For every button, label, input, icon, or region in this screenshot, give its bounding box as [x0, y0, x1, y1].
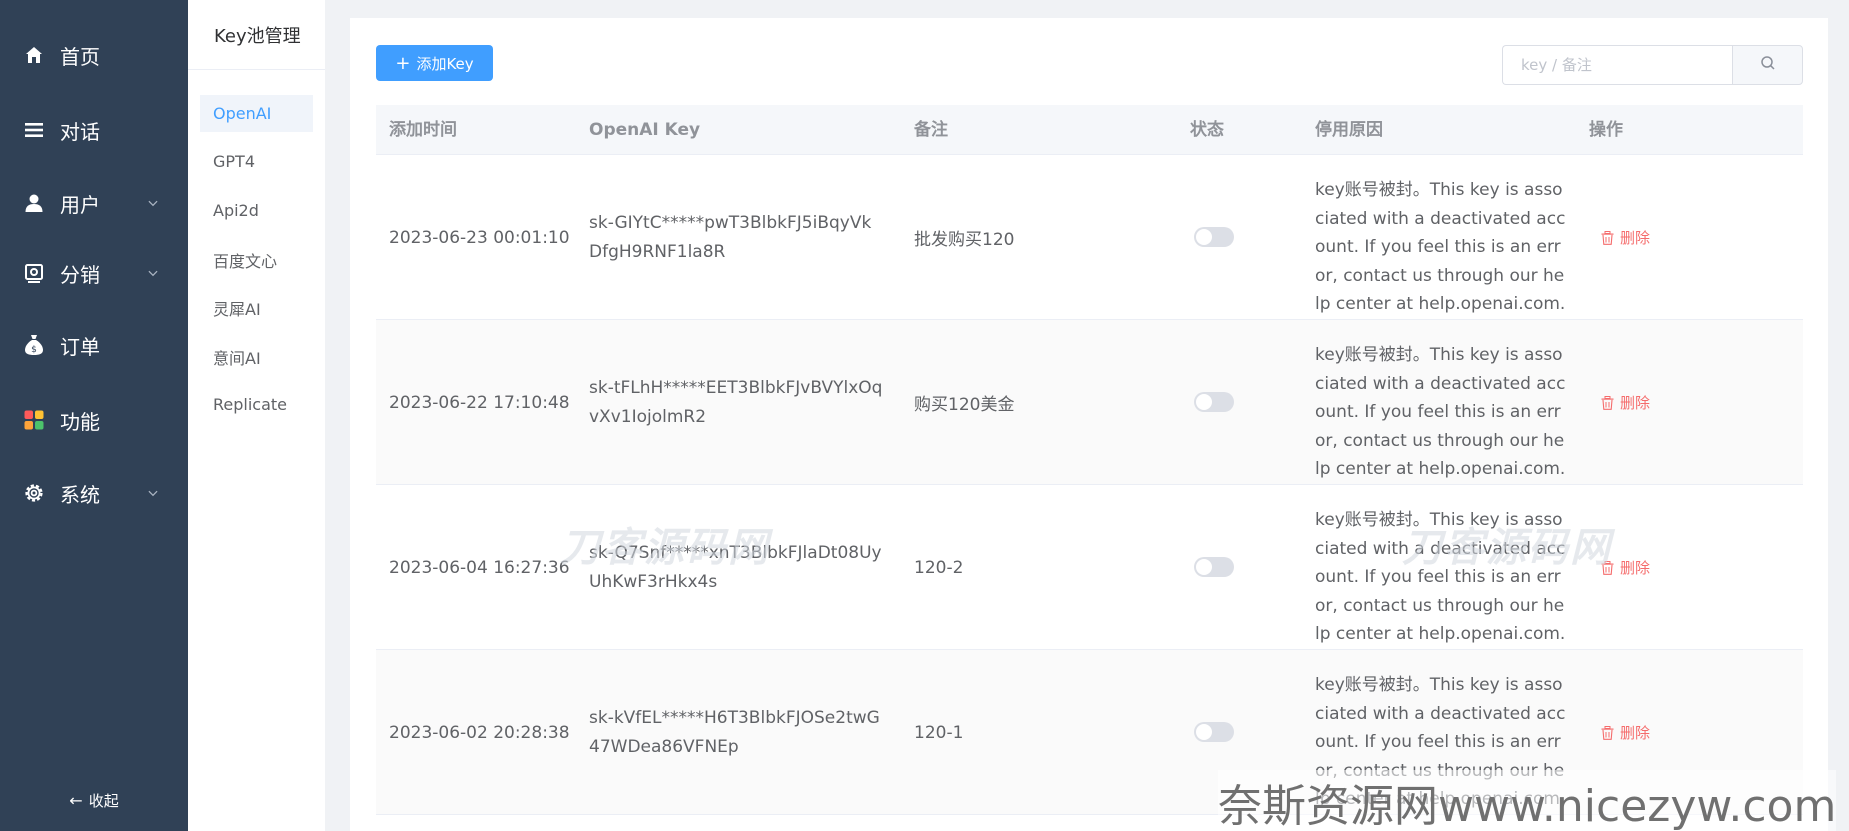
cell-key: sk-kVfEL*****H6T3BlbkFJOSe2twG47WDea86VF…: [589, 707, 880, 757]
cell-reason: key账号被封。This key is associated with a de…: [1315, 180, 1566, 314]
nav-label: 系统: [60, 482, 100, 507]
delete-button[interactable]: 删除: [1601, 650, 1650, 815]
cell-reason: key账号被封。This key is associated with a de…: [1315, 510, 1566, 644]
column-header-time: 添加时间: [389, 120, 457, 140]
delete-button[interactable]: 删除: [1601, 485, 1650, 650]
status-toggle[interactable]: [1194, 227, 1234, 247]
trash-icon: [1601, 560, 1614, 575]
list-icon: [23, 119, 45, 141]
nav-label: 用户: [60, 192, 100, 217]
chevron-down-icon: [148, 488, 158, 498]
chevron-down-icon: [148, 198, 158, 208]
nav-item-orders[interactable]: $ 订单: [0, 320, 188, 370]
cell-time: 2023-06-22 17:10:48: [389, 392, 570, 413]
home-icon: [23, 44, 45, 66]
cell-remark: 120-2: [914, 557, 964, 578]
add-key-button[interactable]: + 添加Key: [376, 45, 493, 81]
cell-remark: 购买120美金: [914, 395, 1015, 415]
column-header-remark: 备注: [914, 120, 948, 140]
nav-item-system[interactable]: 系统: [0, 468, 188, 518]
chevron-down-icon: [148, 268, 158, 278]
delete-label: 删除: [1620, 559, 1651, 577]
table-row: 2023-06-02 20:28:38 sk-kVfEL*****H6T3Blb…: [376, 650, 1803, 815]
key-table: 添加时间 OpenAI Key 备注 状态 停用原因 操作 2023-06-23…: [376, 105, 1803, 815]
submenu-item-replicate[interactable]: Replicate: [200, 386, 313, 423]
apps-grid-icon: [23, 409, 45, 431]
table-row: 2023-06-22 17:10:48 sk-tFLhH*****EET3Blb…: [376, 320, 1803, 485]
cell-remark: 批发购买120: [914, 230, 1015, 250]
column-header-reason: 停用原因: [1315, 120, 1383, 140]
nav-label: 对话: [60, 119, 100, 144]
table-header: 添加时间 OpenAI Key 备注 状态 停用原因 操作: [376, 105, 1803, 155]
submenu-item-lingxi-ai[interactable]: 灵犀AI: [200, 289, 313, 326]
cell-reason: key账号被封。This key is associated with a de…: [1315, 675, 1566, 809]
plus-icon: +: [395, 52, 411, 74]
toggle-knob: [1196, 724, 1212, 740]
nav-label: 功能: [60, 409, 100, 434]
key-pool-submenu: Key池管理 OpenAI GPT4 Api2d 百度文心 灵犀AI 意间AI …: [188, 0, 325, 831]
cell-time: 2023-06-23 00:01:10: [389, 227, 570, 248]
svg-text:$: $: [31, 345, 37, 355]
column-header-key: OpenAI Key: [589, 120, 701, 140]
cell-time: 2023-06-04 16:27:36: [389, 557, 570, 578]
submenu-item-api2d[interactable]: Api2d: [200, 192, 313, 229]
collapse-sidebar-button[interactable]: ← 收起: [0, 790, 188, 811]
cell-remark: 120-1: [914, 722, 964, 743]
trash-icon: [1601, 725, 1614, 740]
status-toggle[interactable]: [1194, 557, 1234, 577]
delete-button[interactable]: 删除: [1601, 320, 1650, 485]
collapse-label: 收起: [88, 792, 119, 810]
trash-icon: [1601, 395, 1614, 410]
nav-label: 分销: [60, 262, 100, 287]
money-bag-icon: $: [23, 334, 45, 356]
nav-label: 订单: [60, 334, 100, 359]
submenu-item-yijian-ai[interactable]: 意间AI: [200, 338, 313, 375]
column-header-actions: 操作: [1589, 120, 1623, 140]
column-header-status: 状态: [1190, 120, 1224, 140]
main-sidebar: 首页 对话 用户 分销 $ 订单 功能 系统 ← 收起: [0, 0, 188, 831]
trash-icon: [1601, 230, 1614, 245]
submenu-item-baidu-wenxin[interactable]: 百度文心: [200, 241, 313, 278]
nav-item-features[interactable]: 功能: [0, 395, 188, 445]
cell-key: sk-Q7Snf*****xnT3BlbkFJlaDt08UyUhKwF3rHk…: [589, 542, 882, 592]
cell-time: 2023-06-02 20:28:38: [389, 722, 570, 743]
search-input[interactable]: [1502, 45, 1732, 85]
search-box: [1502, 45, 1803, 85]
cell-key: sk-tFLhH*****EET3BlbkFJvBVYlxOqvXv1Iojol…: [589, 377, 883, 427]
delete-button[interactable]: 删除: [1601, 155, 1650, 320]
user-icon: [23, 192, 45, 214]
nav-item-home[interactable]: 首页: [0, 30, 188, 80]
cell-reason: key账号被封。This key is associated with a de…: [1315, 345, 1566, 479]
status-toggle[interactable]: [1194, 722, 1234, 742]
nav-item-users[interactable]: 用户: [0, 178, 188, 228]
nav-item-distribution[interactable]: 分销: [0, 248, 188, 298]
delete-label: 删除: [1620, 229, 1651, 247]
table-row: 2023-06-04 16:27:36 sk-Q7Snf*****xnT3Blb…: [376, 485, 1803, 650]
delete-label: 删除: [1620, 394, 1651, 412]
toggle-knob: [1196, 559, 1212, 575]
submenu-item-openai[interactable]: OpenAI: [200, 95, 313, 132]
submenu-item-gpt4[interactable]: GPT4: [200, 143, 313, 180]
toggle-knob: [1196, 394, 1212, 410]
search-button[interactable]: [1732, 45, 1803, 85]
distribution-icon: [23, 262, 45, 284]
status-toggle[interactable]: [1194, 392, 1234, 412]
gear-icon: [23, 482, 45, 504]
cell-key: sk-GIYtC*****pwT3BlbkFJ5iBqyVkDfgH9RNF1l…: [589, 212, 872, 262]
search-icon: [1760, 55, 1776, 76]
add-key-label: 添加Key: [416, 54, 474, 73]
key-list-card: + 添加Key 添加时间 OpenAI Key 备注 状态 停用原因 操作 202…: [350, 18, 1828, 831]
submenu-title: Key池管理: [188, 0, 325, 70]
toggle-knob: [1196, 229, 1212, 245]
table-row: 2023-06-23 00:01:10 sk-GIYtC*****pwT3Blb…: [376, 155, 1803, 320]
nav-label: 首页: [60, 44, 100, 69]
arrow-left-icon: ←: [69, 791, 83, 810]
delete-label: 删除: [1620, 724, 1651, 742]
nav-item-chat[interactable]: 对话: [0, 105, 188, 155]
